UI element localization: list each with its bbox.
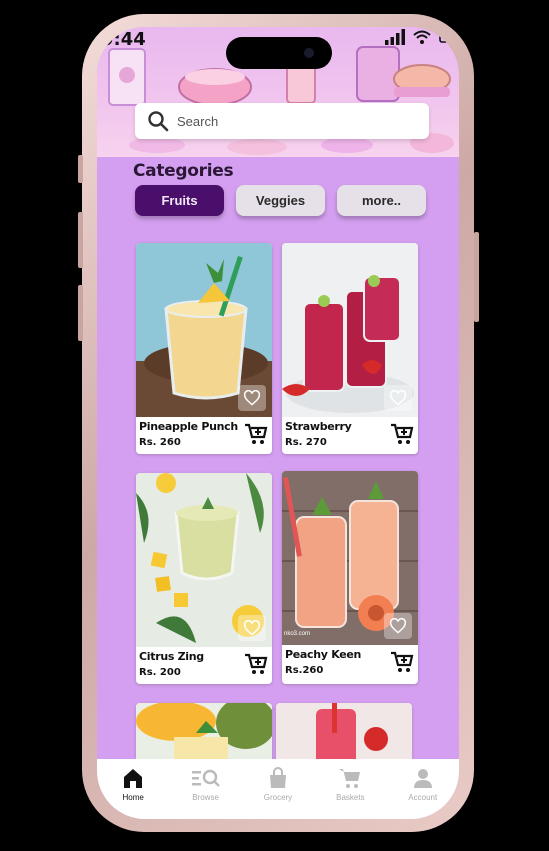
- mute-switch: [78, 155, 83, 183]
- favorite-button[interactable]: [384, 385, 412, 411]
- account-icon: [413, 769, 432, 788]
- product-price: Rs. 200: [139, 667, 181, 678]
- add-to-cart-icon[interactable]: [244, 653, 268, 675]
- nav-label: Baskets: [336, 793, 365, 802]
- product-name: Peachy Keen: [285, 648, 362, 661]
- product-card-pineapple-punch[interactable]: Pineapple Punch Rs. 260: [136, 243, 272, 454]
- cart-icon: [339, 769, 361, 788]
- volume-up-button: [78, 212, 83, 268]
- image-watermark: nko3.com: [284, 631, 311, 637]
- chip-veggies[interactable]: Veggies: [236, 185, 325, 216]
- nav-grocery[interactable]: Grocery: [243, 767, 313, 802]
- search-icon: [148, 111, 169, 132]
- product-image: [282, 243, 418, 417]
- volume-down-button: [78, 285, 83, 341]
- product-image: nko3.com: [282, 471, 418, 645]
- product-price: Rs. 260: [139, 437, 181, 448]
- battery-icon: [439, 31, 453, 43]
- category-chips: Fruits Veggies more..: [135, 185, 426, 216]
- add-to-cart-icon[interactable]: [390, 423, 414, 445]
- chip-fruits[interactable]: Fruits: [135, 185, 224, 216]
- bottom-navigation: Home Browse Grocery Baskets Account: [97, 759, 459, 819]
- cellular-signal-icon: [385, 29, 405, 45]
- nav-home[interactable]: Home: [98, 767, 168, 802]
- search-bar[interactable]: Search: [135, 103, 429, 139]
- wifi-icon: [413, 30, 431, 44]
- heart-icon: [243, 390, 261, 406]
- chip-more[interactable]: more..: [337, 185, 426, 216]
- status-icons: [385, 29, 453, 45]
- camera-icon: [304, 48, 314, 58]
- product-card-peachy-keen[interactable]: nko3.com Peachy Keen Rs.260: [282, 471, 418, 684]
- nav-label: Grocery: [263, 793, 293, 802]
- nav-label: Browse: [192, 793, 219, 802]
- heart-icon: [389, 618, 407, 634]
- product-card-strawberry[interactable]: Strawberry Rs. 270: [282, 243, 418, 454]
- nav-label: Account: [408, 793, 438, 802]
- product-price: Rs. 270: [285, 437, 327, 448]
- nav-account[interactable]: Account: [388, 767, 458, 802]
- categories-title: Categories: [133, 161, 234, 181]
- product-image: [136, 473, 272, 647]
- product-name: Citrus Zing: [139, 650, 204, 663]
- dynamic-island: [226, 37, 332, 69]
- app-screen: 9:44 Search Categories Fruits Veggies mo…: [97, 27, 459, 819]
- home-icon: [124, 769, 143, 788]
- nav-label: Home: [122, 793, 144, 802]
- product-name: Pineapple Punch: [139, 420, 238, 433]
- product-card-citrus-zing[interactable]: Citrus Zing Rs. 200: [136, 473, 272, 684]
- product-price: Rs.260: [285, 665, 324, 676]
- favorite-button[interactable]: [384, 613, 412, 639]
- heart-icon: [389, 390, 407, 406]
- status-time: 9:44: [101, 29, 146, 50]
- grocery-bag-icon: [269, 767, 286, 788]
- product-name: Strawberry: [285, 420, 352, 433]
- add-to-cart-icon[interactable]: [244, 423, 268, 445]
- add-to-cart-icon[interactable]: [390, 651, 414, 673]
- heart-icon: [243, 620, 261, 636]
- nav-baskets[interactable]: Baskets: [315, 767, 385, 802]
- product-image: [136, 243, 272, 417]
- power-button: [474, 232, 479, 322]
- nav-browse[interactable]: Browse: [171, 767, 241, 802]
- favorite-button[interactable]: [238, 615, 266, 641]
- browse-icon: [191, 769, 220, 787]
- search-input[interactable]: Search: [177, 114, 218, 129]
- favorite-button[interactable]: [238, 385, 266, 411]
